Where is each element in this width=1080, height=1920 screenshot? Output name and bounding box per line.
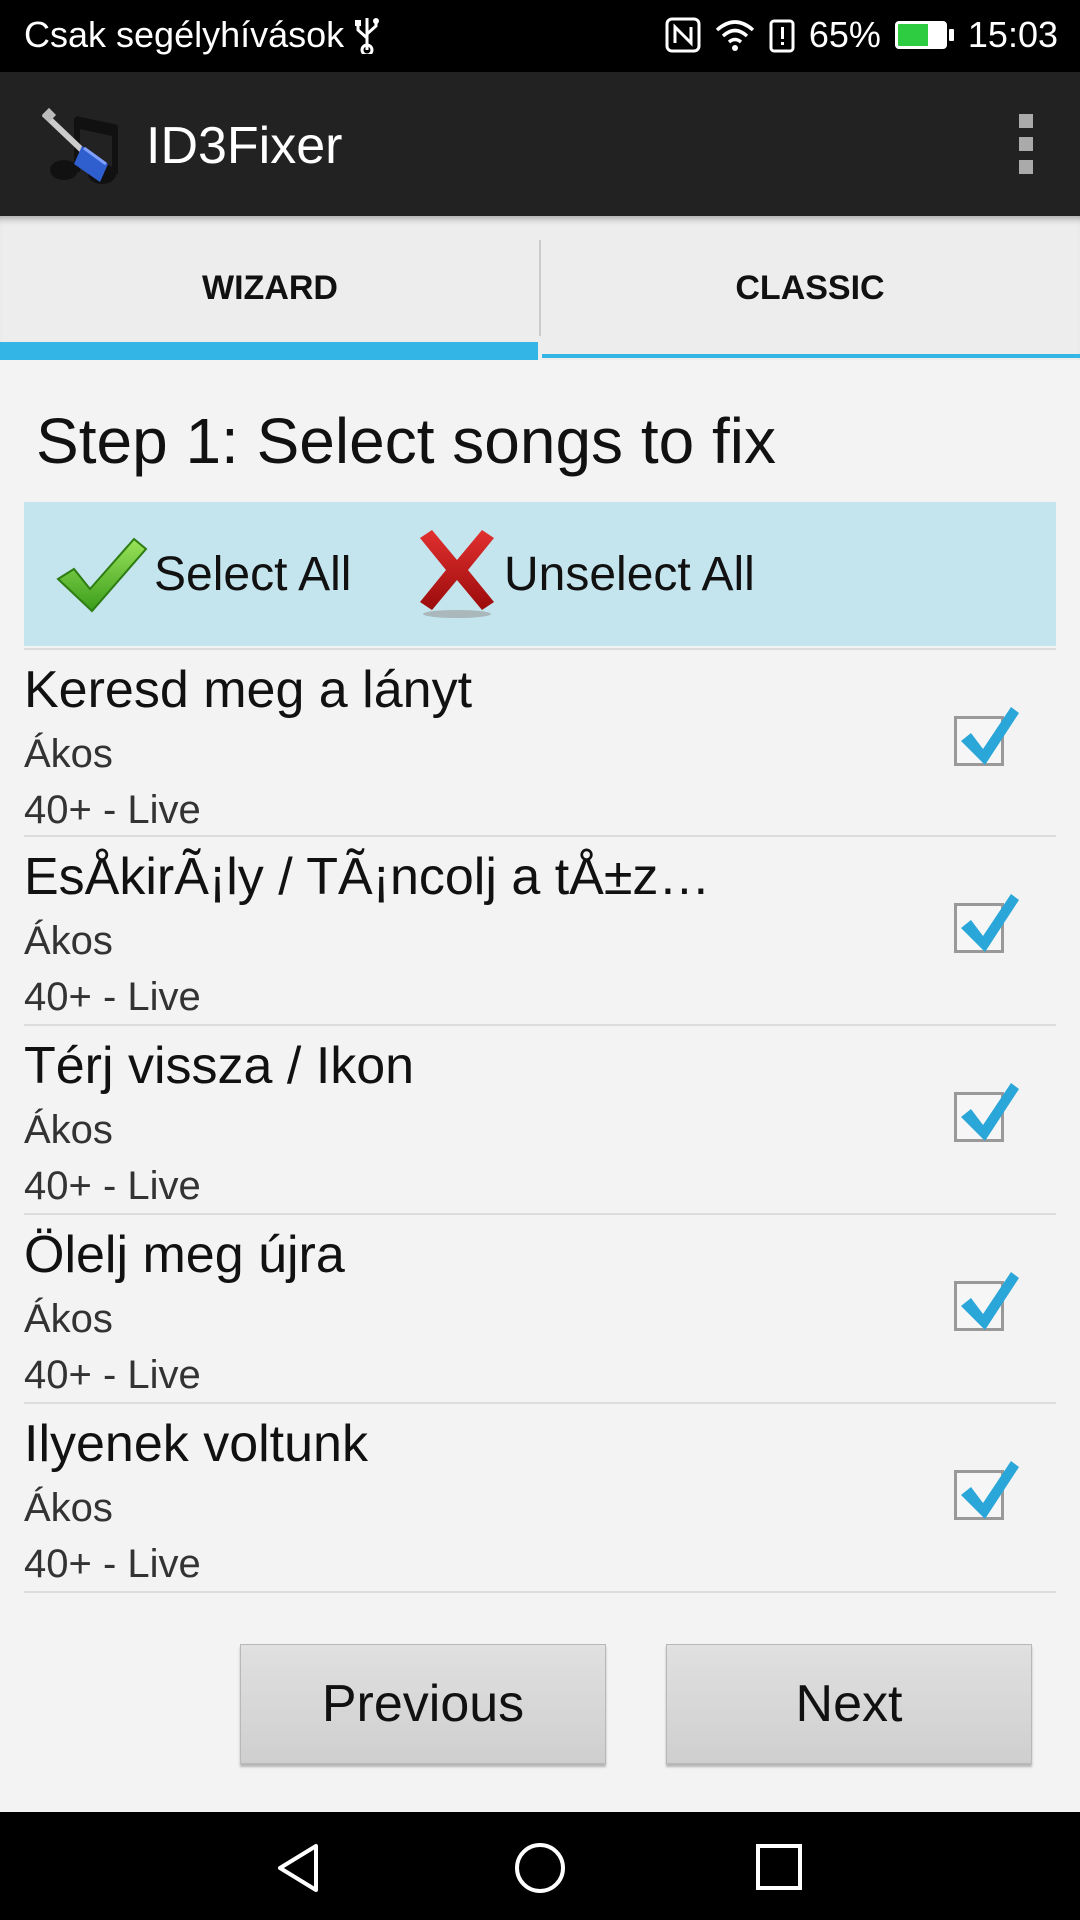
song-list: Keresd meg a lányt Ákos 40+ - Live EsÅki… bbox=[24, 648, 1056, 1593]
checkmark-icon bbox=[961, 1272, 1019, 1330]
tab-indicator-underline bbox=[542, 354, 1080, 358]
song-title: Ilyenek voltunk bbox=[24, 1415, 368, 1473]
song-row[interactable]: Ilyenek voltunk Ákos 40+ - Live bbox=[24, 1404, 1056, 1593]
checkmark-icon bbox=[961, 707, 1019, 765]
status-left: Csak segélyhívások bbox=[24, 14, 380, 56]
battery-icon bbox=[894, 21, 954, 49]
app-title: ID3Fixer bbox=[146, 117, 343, 175]
song-checkbox[interactable] bbox=[954, 707, 1019, 766]
select-all-button[interactable]: Select All bbox=[54, 502, 351, 646]
select-toolbar: Select All Unselect All bbox=[24, 502, 1056, 646]
song-artist: Ákos bbox=[24, 1297, 113, 1341]
song-title: Térj vissza / Ikon bbox=[24, 1037, 415, 1095]
red-x-icon bbox=[420, 530, 494, 618]
song-album: 40+ - Live bbox=[24, 1164, 201, 1208]
song-checkbox[interactable] bbox=[954, 1083, 1019, 1142]
battery-percent: 65% bbox=[808, 14, 881, 55]
checkmark-icon bbox=[961, 1461, 1019, 1519]
select-all-label: Select All bbox=[154, 547, 352, 601]
app-logo-icon bbox=[41, 107, 118, 184]
carrier-text: Csak segélyhívások bbox=[24, 14, 345, 55]
tab-classic[interactable]: CLASSIC bbox=[540, 216, 1080, 360]
song-album: 40+ - Live bbox=[24, 788, 201, 832]
song-row[interactable]: Térj vissza / Ikon Ákos 40+ - Live bbox=[24, 1026, 1056, 1215]
song-title: Keresd meg a lányt bbox=[24, 661, 473, 719]
checkmark-icon bbox=[961, 894, 1019, 952]
previous-button[interactable]: Previous bbox=[240, 1644, 606, 1764]
checkmark-icon bbox=[961, 1083, 1019, 1141]
more-vert-icon[interactable] bbox=[1016, 114, 1036, 174]
song-row[interactable]: EsÅkirÃ¡ly / TÃ¡ncolj a tÅ±z… Ákos 40+ -… bbox=[24, 837, 1056, 1026]
song-artist: Ákos bbox=[24, 1486, 113, 1530]
clock: 15:03 bbox=[967, 14, 1058, 55]
song-checkbox[interactable] bbox=[954, 894, 1019, 953]
song-artist: Ákos bbox=[24, 919, 113, 963]
step-title: Step 1: Select songs to fix bbox=[36, 405, 776, 477]
home-icon[interactable] bbox=[512, 1840, 568, 1896]
recent-apps-icon[interactable] bbox=[754, 1842, 804, 1892]
song-artist: Ákos bbox=[24, 732, 113, 776]
song-row[interactable]: Keresd meg a lányt Ákos 40+ - Live bbox=[24, 648, 1056, 837]
nfc-icon bbox=[665, 17, 701, 53]
unselect-all-label: Unselect All bbox=[504, 547, 755, 601]
usb-icon bbox=[355, 18, 380, 54]
song-album: 40+ - Live bbox=[24, 1353, 201, 1397]
song-row[interactable]: Ölelj meg újra Ákos 40+ - Live bbox=[24, 1215, 1056, 1404]
status-right: 65% 15:03 bbox=[665, 14, 1058, 56]
battery-alert-icon bbox=[769, 19, 795, 53]
wifi-icon bbox=[715, 20, 755, 51]
back-icon[interactable] bbox=[272, 1840, 328, 1896]
tab-wizard[interactable]: WIZARD bbox=[0, 216, 540, 360]
unselect-all-button[interactable]: Unselect All bbox=[414, 502, 755, 646]
song-checkbox[interactable] bbox=[954, 1272, 1019, 1331]
song-title: EsÅkirÃ¡ly / TÃ¡ncolj a tÅ±z… bbox=[24, 848, 711, 906]
green-check-icon bbox=[56, 537, 148, 613]
song-artist: Ákos bbox=[24, 1108, 113, 1152]
song-album: 40+ - Live bbox=[24, 1542, 201, 1586]
tab-bar: WIZARD CLASSIC bbox=[0, 216, 1080, 360]
navigation-bar bbox=[0, 1812, 1080, 1920]
song-album: 40+ - Live bbox=[24, 975, 201, 1019]
song-checkbox[interactable] bbox=[954, 1461, 1019, 1520]
status-bar: Csak segélyhívások 65% 15:03 bbox=[0, 0, 1080, 72]
tab-indicator-active bbox=[0, 342, 538, 360]
next-button[interactable]: Next bbox=[666, 1644, 1032, 1764]
song-title: Ölelj meg újra bbox=[24, 1226, 345, 1284]
app-bar: ID3Fixer bbox=[0, 72, 1080, 216]
